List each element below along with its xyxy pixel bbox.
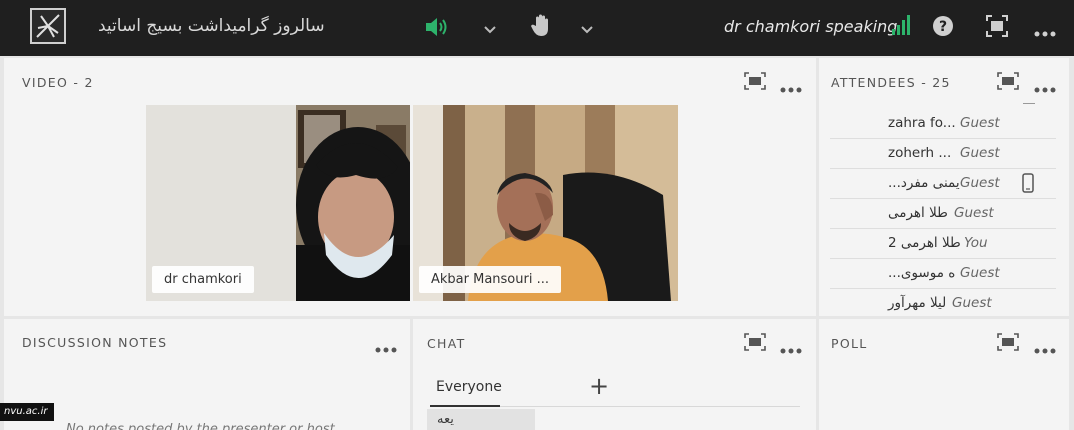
svg-text:?: ? [939, 19, 947, 35]
notes-more-icon[interactable] [375, 338, 397, 357]
tab-everyone[interactable]: Everyone [436, 379, 502, 395]
more-icon[interactable] [1034, 22, 1056, 41]
attendee-role: Guest [952, 295, 992, 311]
fullscreen-icon[interactable] [986, 15, 1008, 41]
tab-bar-divider [500, 406, 800, 407]
video-tile-dr-chamkori[interactable]: dr chamkori [146, 105, 410, 301]
video-tile-akbar-mansouri[interactable]: Akbar Mansouri ... [413, 105, 678, 301]
video-name-tag: Akbar Mansouri ... [419, 266, 561, 293]
top-bar: سالروز گرامیداشت بسیج اساتید dr chamkori… [0, 0, 1074, 56]
attendee-role: Guest [960, 265, 1000, 281]
attendee-row[interactable]: zoherh ... Guest [830, 138, 1056, 169]
poll-pod-title: POLL [831, 336, 868, 351]
attendees-pod-title: ATTENDEES - 25 [831, 75, 951, 90]
attendee-name: zoherh ... [888, 145, 952, 161]
raise-hand-icon[interactable] [530, 14, 552, 42]
tab-everyone-underline [430, 405, 500, 407]
chat-message-preview: یعه [427, 409, 535, 430]
attendee-row[interactable]: ...یمنی مفرد Guest [830, 168, 1056, 199]
meeting-title: سالروز گرامیداشت بسیج اساتید [98, 16, 325, 36]
poll-maximize-icon[interactable] [997, 333, 1019, 355]
discussion-notes-pod: DISCUSSION NOTES No notes posted by the … [4, 319, 410, 430]
notes-empty-message: No notes posted by the presenter or host [66, 422, 335, 430]
video-pod-title: VIDEO - 2 [22, 75, 94, 90]
attendees-more-icon[interactable] [1034, 78, 1056, 97]
chat-maximize-icon[interactable] [744, 333, 766, 355]
attendee-row[interactable]: طلا اهرمی Guest [830, 198, 1056, 229]
signal-strength-icon [891, 14, 913, 40]
attendee-role: Guest [954, 205, 994, 221]
add-chat-tab-button[interactable]: + [589, 372, 609, 400]
notes-pod-title: DISCUSSION NOTES [22, 335, 168, 350]
attendee-name: ...یمنی مفرد [888, 175, 960, 191]
attendee-name: طلا اهرمی 2 [888, 235, 961, 251]
chat-more-icon[interactable] [780, 339, 802, 358]
attendee-row[interactable]: zahra fo... Guest [830, 108, 1056, 139]
attendee-row[interactable]: طلا اهرمی 2 You [830, 228, 1056, 259]
attendees-maximize-icon[interactable] [997, 72, 1019, 94]
attendee-name: طلا اهرمی [888, 205, 948, 221]
site-watermark: nvu.ac.ir [0, 403, 54, 421]
help-icon[interactable]: ? [932, 15, 954, 41]
speaker-chevron-down-icon[interactable] [483, 20, 497, 39]
attendee-row[interactable]: ...ه موسوی Guest [830, 258, 1056, 289]
speaking-status: dr chamkori speaking [724, 17, 898, 36]
video-more-icon[interactable] [780, 78, 802, 97]
attendee-row[interactable]: لیلا مهرآور Guest [830, 288, 1056, 318]
attendee-role: Guest [960, 115, 1000, 131]
mobile-device-icon [1022, 173, 1034, 197]
attendee-role: Guest [960, 175, 1000, 191]
video-maximize-icon[interactable] [744, 72, 766, 94]
hand-chevron-down-icon[interactable] [580, 20, 594, 39]
video-name-tag: dr chamkori [152, 266, 254, 293]
app-logo-icon[interactable] [30, 8, 66, 44]
attendee-role: You [964, 235, 988, 251]
poll-more-icon[interactable] [1034, 339, 1056, 358]
attendee-name: لیلا مهرآور [888, 295, 947, 311]
attendees-scroll-indicator[interactable] [1023, 103, 1035, 104]
attendee-role: Guest [960, 145, 1000, 161]
attendee-name: zahra fo... [888, 115, 956, 131]
speaker-volume-icon[interactable] [424, 16, 448, 42]
chat-pod-title: CHAT [427, 336, 466, 351]
chat-pod: CHAT Everyone + یعه [413, 319, 816, 430]
attendee-name: ...ه موسوی [888, 265, 956, 281]
video-pod: VIDEO - 2 dr chamkori Akbar Mansouri ... [4, 58, 816, 316]
